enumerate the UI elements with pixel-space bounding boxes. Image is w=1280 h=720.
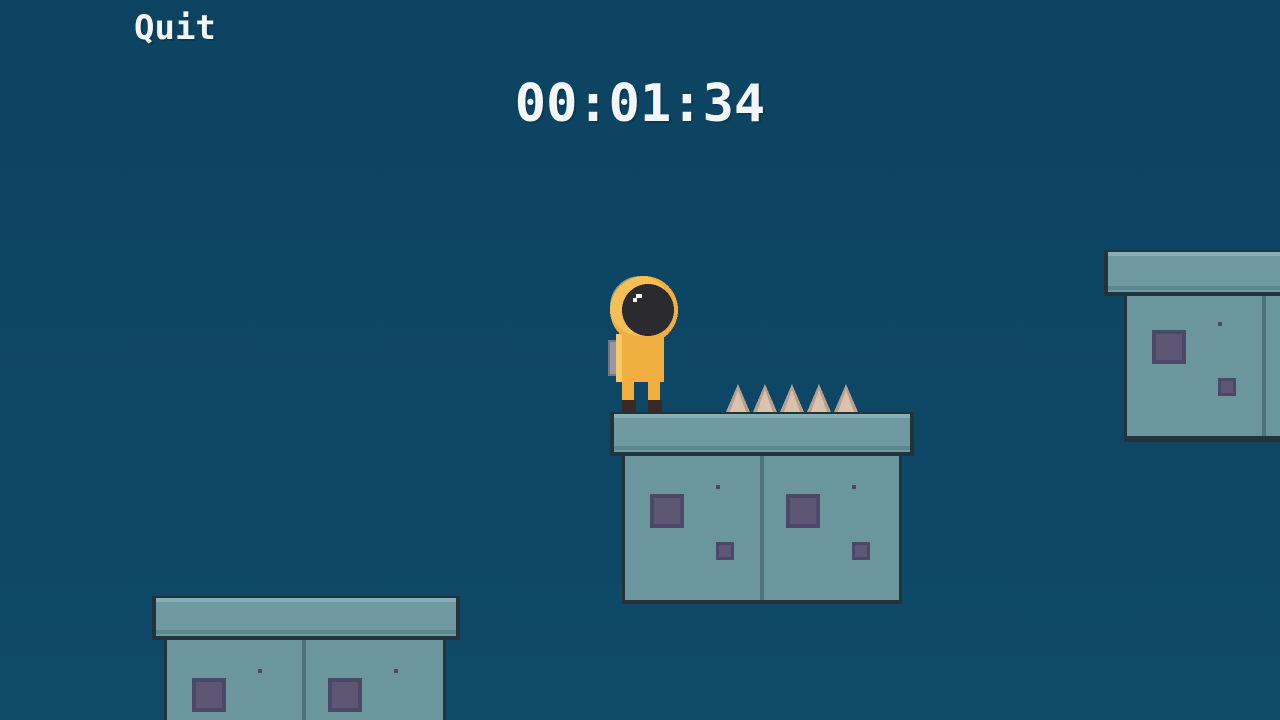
stone-platform <box>152 596 460 720</box>
quit-button[interactable]: Quit <box>134 8 216 48</box>
elapsed-timer: 00:01:34 <box>514 74 766 134</box>
game-scene: Quit 00:01:34 <box>0 0 1280 720</box>
stone-platform <box>1104 250 1280 442</box>
spike-row <box>726 384 858 412</box>
spike <box>753 384 777 412</box>
spike <box>726 384 750 412</box>
spike <box>807 384 831 412</box>
stone-platform <box>610 412 914 604</box>
spike <box>780 384 804 412</box>
astronaut-player <box>608 276 678 412</box>
spike <box>834 384 858 412</box>
